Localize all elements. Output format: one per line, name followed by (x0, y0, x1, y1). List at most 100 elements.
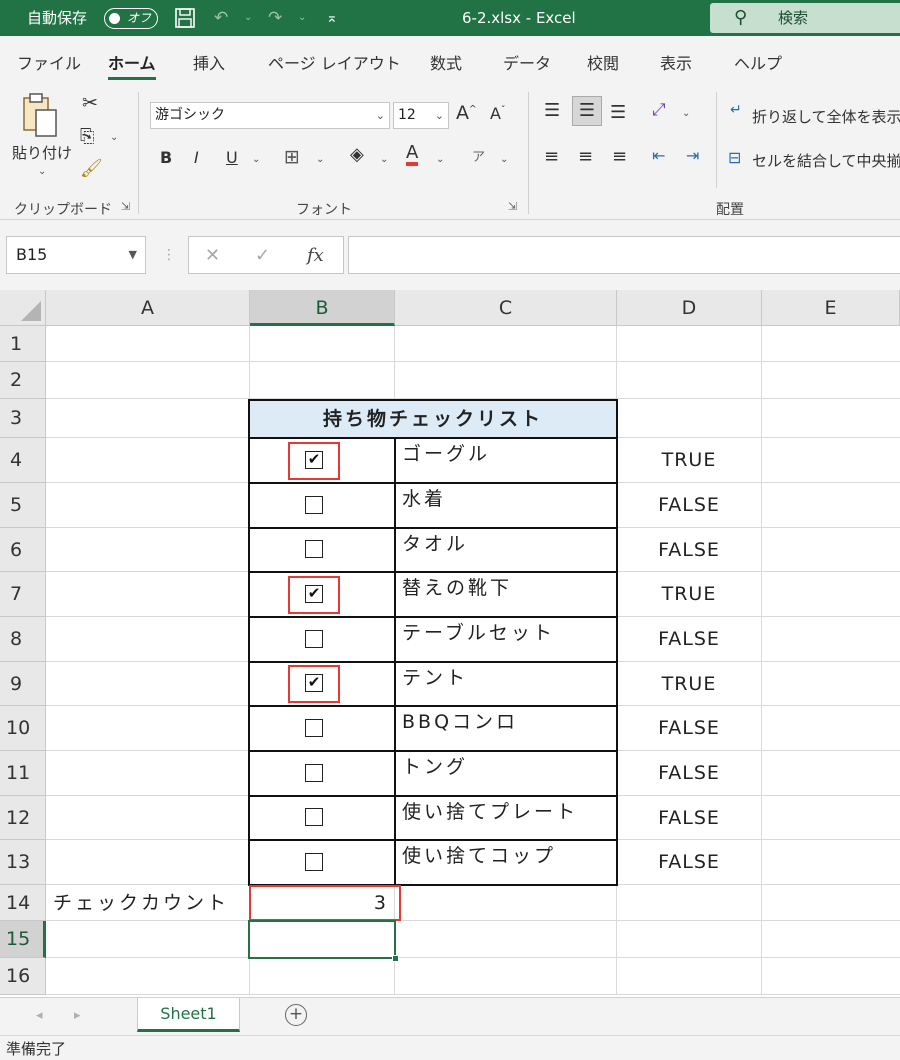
item-name-cell[interactable]: テーブルセット (396, 618, 616, 648)
fill-handle[interactable] (392, 955, 399, 962)
row-header-10[interactable]: 10 (0, 706, 46, 751)
linked-value-cell[interactable]: FALSE (617, 618, 761, 661)
tab-file[interactable]: ファイル (17, 50, 81, 74)
borders-icon[interactable]: ⊞ (284, 146, 300, 168)
font-size-select[interactable]: 12 ⌄ (393, 102, 449, 129)
row-header-3[interactable]: 3 (0, 399, 46, 438)
cut-icon[interactable]: ✂ (82, 92, 98, 114)
bold-button[interactable]: B (160, 148, 172, 167)
item-name-cell[interactable]: 使い捨てコップ (396, 841, 616, 871)
checkbox-unchecked[interactable] (305, 808, 323, 826)
row-header-8[interactable]: 8 (0, 617, 46, 662)
search-box[interactable]: ⚲ 検索 (710, 3, 900, 33)
redo-icon[interactable]: ↷ (268, 0, 282, 36)
linked-value-cell[interactable]: FALSE (617, 529, 761, 571)
count-label-cell[interactable]: チェックカウント (47, 886, 249, 920)
increase-indent-icon[interactable]: ⇥ (686, 146, 699, 165)
font-color-icon[interactable]: A (406, 144, 419, 166)
active-cell-b15[interactable] (248, 920, 396, 959)
row-header-4[interactable]: 4 (0, 438, 46, 483)
insert-function-icon[interactable]: fx (307, 237, 324, 275)
row-header-6[interactable]: 6 (0, 528, 46, 572)
sheet-tab-sheet1[interactable]: Sheet1 (137, 998, 240, 1032)
paste-dropdown-icon[interactable]: ⌄ (38, 166, 46, 177)
orientation-icon[interactable]: ⤢ (652, 100, 666, 120)
format-painter-icon[interactable]: 🖌 (80, 158, 103, 179)
checkbox-unchecked[interactable] (305, 719, 323, 737)
underline-dropdown-icon[interactable]: ⌄ (252, 154, 260, 165)
save-icon[interactable] (174, 0, 196, 36)
select-all-button[interactable] (0, 290, 46, 326)
fill-color-icon[interactable]: ◈ (350, 144, 364, 165)
item-name-cell[interactable]: 水着 (396, 484, 616, 514)
undo-dropdown-icon[interactable]: ⌄ (244, 0, 252, 36)
formula-input[interactable] (348, 236, 900, 274)
wrap-text-icon[interactable]: ↵ (730, 102, 742, 118)
align-right-icon[interactable]: ≡ (612, 146, 627, 167)
redo-dropdown-icon[interactable]: ⌄ (298, 0, 306, 36)
column-header-b[interactable]: B (250, 290, 395, 326)
tab-page-layout[interactable]: ページ レイアウト (268, 50, 401, 74)
tab-data[interactable]: データ (503, 50, 551, 74)
column-header-c[interactable]: C (395, 290, 617, 326)
row-header-15[interactable]: 15 (0, 921, 46, 958)
item-name-cell[interactable]: 替えの靴下 (396, 573, 616, 603)
merge-center-icon[interactable]: ⊟ (728, 148, 741, 167)
checkbox-unchecked[interactable] (305, 853, 323, 871)
align-bottom-icon[interactable]: ☰ (610, 102, 626, 123)
linked-value-cell[interactable]: TRUE (617, 573, 761, 616)
linked-value-cell[interactable]: TRUE (617, 439, 761, 482)
linked-value-cell[interactable]: FALSE (617, 797, 761, 839)
tab-view[interactable]: 表示 (660, 50, 692, 74)
copy-dropdown-icon[interactable]: ⌄ (110, 132, 118, 143)
orientation-dropdown-icon[interactable]: ⌄ (682, 108, 690, 119)
phonetic-guide-icon[interactable]: ア (472, 146, 485, 165)
column-header-d[interactable]: D (617, 290, 762, 326)
tab-home[interactable]: ホーム (108, 50, 156, 80)
linked-value-cell[interactable]: FALSE (617, 484, 761, 527)
align-middle-icon[interactable]: ☰ (572, 96, 602, 126)
item-name-cell[interactable]: ゴーグル (396, 439, 616, 469)
clipboard-launcher-icon[interactable]: ⇲ (121, 200, 130, 213)
borders-dropdown-icon[interactable]: ⌄ (316, 154, 324, 165)
font-color-dropdown-icon[interactable]: ⌄ (436, 154, 444, 165)
merge-center-button[interactable]: セルを結合して中央揃え (752, 150, 900, 171)
item-name-cell[interactable]: BBQコンロ (396, 707, 616, 737)
paste-label[interactable]: 貼り付け (12, 142, 72, 163)
checkbox-unchecked[interactable] (305, 630, 323, 648)
autosave-toggle[interactable]: オフ (104, 8, 158, 29)
row-header-16[interactable]: 16 (0, 958, 46, 995)
item-name-cell[interactable]: テント (396, 663, 616, 693)
item-name-cell[interactable]: トング (396, 752, 616, 782)
row-header-13[interactable]: 13 (0, 840, 46, 885)
linked-value-cell[interactable]: FALSE (617, 752, 761, 795)
fill-color-dropdown-icon[interactable]: ⌄ (380, 154, 388, 165)
undo-icon[interactable]: ↶ (214, 0, 228, 36)
copy-icon[interactable]: ⎘ (80, 126, 94, 147)
tab-insert[interactable]: 挿入 (193, 50, 225, 74)
phonetic-dropdown-icon[interactable]: ⌄ (500, 154, 508, 165)
prev-sheet-icon[interactable]: ◂ (36, 998, 43, 1034)
enter-icon[interactable]: ✓ (255, 237, 270, 275)
row-header-7[interactable]: 7 (0, 572, 46, 617)
font-name-select[interactable]: 游ゴシック ⌄ (150, 102, 390, 129)
column-header-e[interactable]: E (762, 290, 900, 326)
row-header-1[interactable]: 1 (0, 326, 46, 362)
column-header-a[interactable]: A (46, 290, 250, 326)
row-header-9[interactable]: 9 (0, 662, 46, 706)
linked-value-cell[interactable]: FALSE (617, 707, 761, 750)
linked-value-cell[interactable]: TRUE (617, 663, 761, 705)
row-header-12[interactable]: 12 (0, 796, 46, 840)
row-header-11[interactable]: 11 (0, 751, 46, 796)
decrease-indent-icon[interactable]: ⇤ (652, 146, 665, 165)
customize-qat-icon[interactable]: ⌅ (326, 0, 338, 36)
item-name-cell[interactable]: タオル (396, 529, 616, 559)
linked-value-cell[interactable]: FALSE (617, 841, 761, 884)
row-header-14[interactable]: 14 (0, 885, 46, 921)
italic-button[interactable]: I (194, 148, 199, 167)
align-top-icon[interactable]: ☰ (544, 100, 560, 121)
align-center-icon[interactable]: ≡ (578, 146, 593, 167)
tab-formulas[interactable]: 数式 (430, 50, 462, 74)
row-header-5[interactable]: 5 (0, 483, 46, 528)
paste-icon[interactable] (20, 92, 60, 142)
